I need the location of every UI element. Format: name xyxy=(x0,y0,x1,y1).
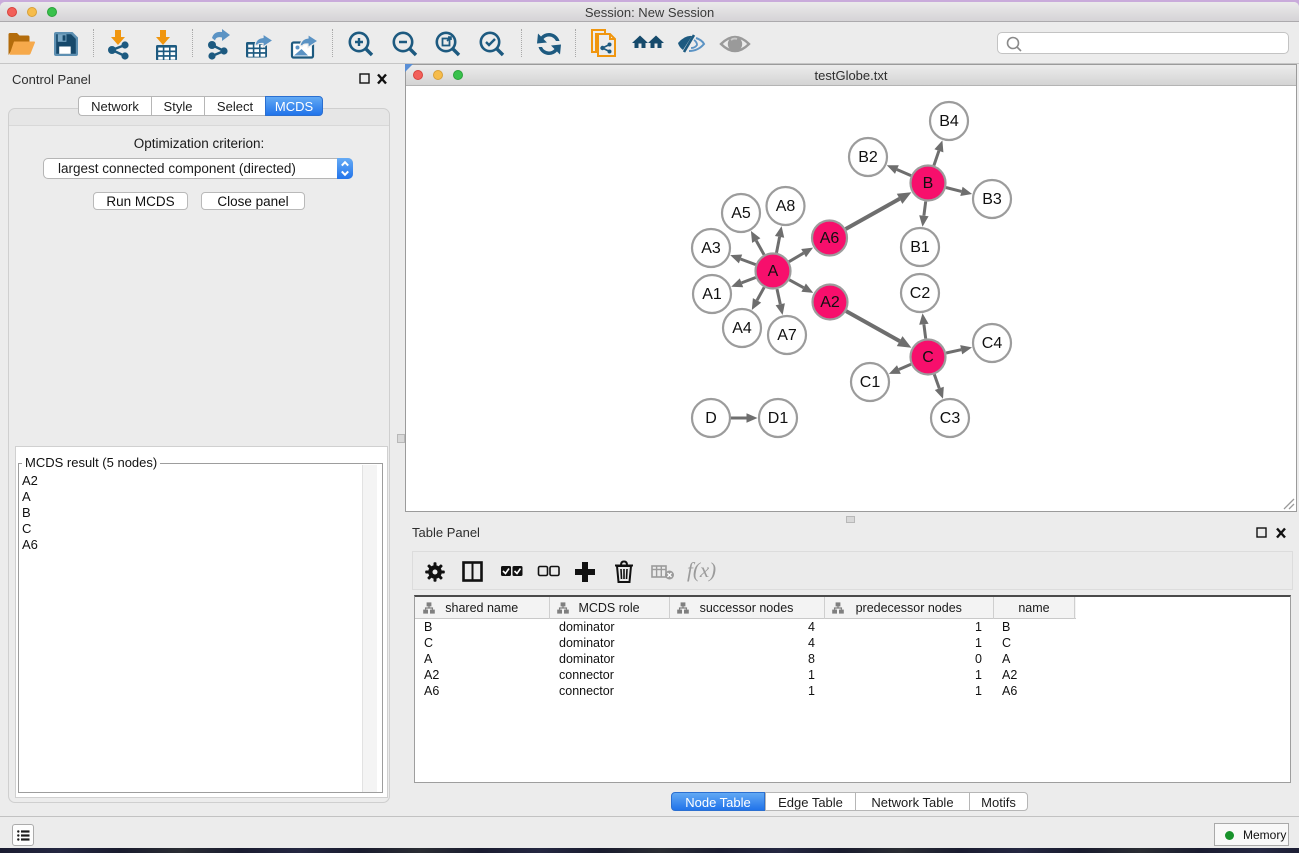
svg-text:B3: B3 xyxy=(982,191,1002,208)
svg-text:B4: B4 xyxy=(939,113,959,130)
svg-text:C2: C2 xyxy=(910,285,931,302)
svg-text:C: C xyxy=(922,349,934,366)
svg-text:A4: A4 xyxy=(732,320,752,337)
svg-text:A7: A7 xyxy=(777,327,797,344)
svg-text:D: D xyxy=(705,410,717,427)
svg-text:A3: A3 xyxy=(701,240,721,257)
svg-text:A6: A6 xyxy=(820,230,840,247)
svg-text:C3: C3 xyxy=(940,410,961,427)
svg-text:C4: C4 xyxy=(982,335,1003,352)
svg-text:B: B xyxy=(923,175,934,192)
svg-text:B2: B2 xyxy=(858,149,878,166)
svg-text:B1: B1 xyxy=(910,239,930,256)
svg-text:D1: D1 xyxy=(768,410,789,427)
svg-text:A5: A5 xyxy=(731,205,751,222)
svg-text:A2: A2 xyxy=(820,294,840,311)
svg-text:A: A xyxy=(768,263,779,280)
svg-text:C1: C1 xyxy=(860,374,881,391)
svg-text:A1: A1 xyxy=(702,286,722,303)
svg-text:A8: A8 xyxy=(776,198,796,215)
